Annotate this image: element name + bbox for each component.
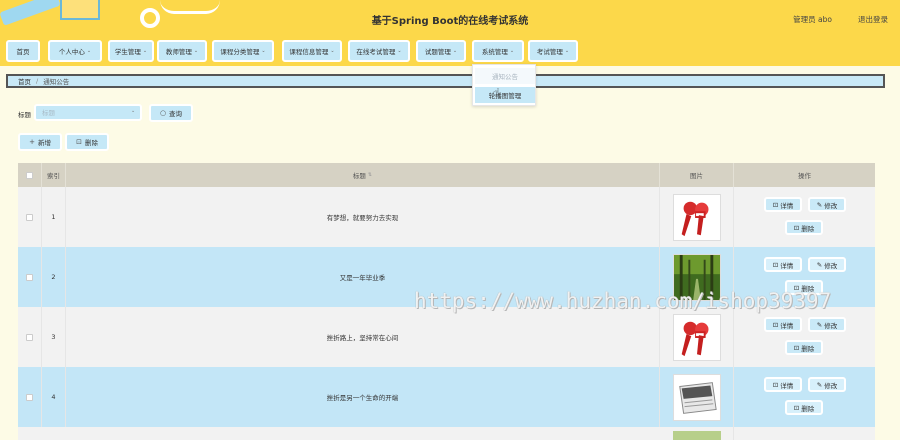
nav-item-home[interactable]: 首页 xyxy=(6,40,40,62)
trash-icon: ⊡ xyxy=(793,343,800,352)
nav-item-course-category[interactable]: 课程分类管理 ⌄ xyxy=(212,40,274,62)
detail-button[interactable]: ⊡ 详情 xyxy=(764,257,802,272)
row-checkbox[interactable] xyxy=(26,213,33,221)
main-nav: 首页 个人中心 ⌄ 学生管理 ⌄ 教师管理 ⌄ 课程分类管理 ⌄ 课程信息管理 ⌄ 在线考… xyxy=(0,38,900,66)
row-checkbox[interactable] xyxy=(26,393,33,401)
dropdown-item-notice[interactable]: 通知公告 xyxy=(475,68,535,84)
table-row xyxy=(18,427,875,440)
select-all-checkbox[interactable] xyxy=(26,171,33,179)
search-icon: ○ xyxy=(159,109,167,117)
trash-icon: ⊡ xyxy=(793,403,800,412)
nav-item-students[interactable]: 学生管理 ⌄ xyxy=(108,40,154,62)
trash-icon: ⊡ xyxy=(793,283,800,292)
delete-button[interactable]: ⊡ 删除 xyxy=(785,220,823,235)
header-image: 图片 xyxy=(660,163,734,187)
detail-icon: ⊡ xyxy=(772,320,779,329)
edit-icon: ✎ xyxy=(816,320,823,329)
edit-icon: ✎ xyxy=(816,260,823,269)
header-index: 索引 xyxy=(42,163,66,187)
header-title[interactable]: 标题 ⇅ xyxy=(66,163,660,187)
delete-button[interactable]: ⊡ 删除 xyxy=(785,280,823,295)
chevron-down-icon: ⌄ xyxy=(564,48,570,54)
batch-delete-button[interactable]: ⊡ 删除 xyxy=(65,133,109,151)
forest-image[interactable] xyxy=(672,253,721,301)
plus-icon: + xyxy=(29,138,35,146)
news-image[interactable] xyxy=(672,373,721,421)
nav-item-exam[interactable]: 考试管理 ⌄ xyxy=(528,40,578,62)
breadcrumb-current: 通知公告 xyxy=(43,78,70,86)
row-title: 挫折路上，坚持常在心间 xyxy=(66,307,660,367)
search-label: 标题 xyxy=(18,111,31,119)
delete-button[interactable]: ⊡ 删除 xyxy=(785,340,823,355)
chevron-down-icon: ⌄ xyxy=(452,48,458,54)
delete-button[interactable]: ⊡ 删除 xyxy=(785,400,823,415)
chevron-down-icon: ⌄ xyxy=(131,108,136,114)
microphone-image[interactable] xyxy=(672,313,721,361)
table-row: 2 又是一年毕业季 ⊡ 详情 ✎ 修改 ⊡ 删除 xyxy=(18,247,875,307)
row-title: 有梦想，就要努力去实现 xyxy=(66,187,660,247)
row-index: 1 xyxy=(42,187,66,247)
header-select-all[interactable] xyxy=(18,163,42,187)
row-image[interactable] xyxy=(672,431,721,440)
hand-cursor-icon: ☝ xyxy=(493,86,500,99)
nav-item-online-exam[interactable]: 在线考试管理 ⌄ xyxy=(348,40,410,62)
chevron-down-icon: ⌄ xyxy=(397,48,402,54)
chevron-down-icon: ⌄ xyxy=(330,48,335,54)
breadcrumb-home[interactable]: 首页 xyxy=(18,76,31,86)
app-header: 基于Spring Boot的在线考试系统 管理员 abo 退出登录 xyxy=(0,0,900,38)
detail-icon: ⊡ xyxy=(772,380,779,389)
chevron-down-icon: ⌄ xyxy=(142,48,148,54)
chevron-down-icon: ⌄ xyxy=(193,48,199,54)
breadcrumb: 首页 / 通知公告 xyxy=(6,74,885,88)
sort-icon: ⇅ xyxy=(367,172,373,178)
trash-icon: ⊡ xyxy=(793,223,800,232)
chevron-down-icon: ⌄ xyxy=(509,48,515,54)
detail-icon: ⊡ xyxy=(772,260,779,269)
detail-button[interactable]: ⊡ 详情 xyxy=(764,197,802,212)
edit-button[interactable]: ✎ 修改 xyxy=(808,317,846,332)
row-title: 挫折是另一个生命的开端 xyxy=(66,367,660,427)
table-row: 3 挫折路上，坚持常在心间 ⊡ 详情 ✎ 修改 ⊡ 删除 xyxy=(18,307,875,367)
nav-item-profile[interactable]: 个人中心 ⌄ xyxy=(48,40,102,62)
table-row: 1 有梦想，就要努力去实现 ⊡ 详情 ✎ 修改 ⊡ 删除 xyxy=(18,187,875,247)
search-button[interactable]: ○ 查询 xyxy=(149,104,193,122)
row-index: 2 xyxy=(42,247,66,307)
trash-icon: ⊡ xyxy=(76,138,82,146)
nav-item-course-info[interactable]: 课程信息管理 ⌄ xyxy=(282,40,342,62)
add-button[interactable]: + 新增 xyxy=(18,133,62,151)
system-dropdown-menu: 通知公告 轮播图管理 xyxy=(472,64,536,106)
dropdown-item-carousel[interactable]: 轮播图管理 xyxy=(475,87,535,103)
edit-button[interactable]: ✎ 修改 xyxy=(808,257,846,272)
edit-icon: ✎ xyxy=(816,200,823,209)
edit-button[interactable]: ✎ 修改 xyxy=(808,197,846,212)
search-input[interactable] xyxy=(34,104,142,121)
detail-button[interactable]: ⊡ 详情 xyxy=(764,377,802,392)
table-row: 4 挫折是另一个生命的开端 ⊡ 详情 ✎ 修改 ⊡ 删除 xyxy=(18,367,875,427)
nav-item-questions[interactable]: 试题管理 ⌄ xyxy=(416,40,466,62)
chevron-down-icon: ⌄ xyxy=(86,48,92,54)
chevron-down-icon: ⌄ xyxy=(261,48,266,54)
row-index: 4 xyxy=(42,367,66,427)
row-title: 又是一年毕业季 xyxy=(66,247,660,307)
microphone-image[interactable] xyxy=(672,193,721,241)
breadcrumb-separator: / xyxy=(36,77,39,85)
app-title: 基于Spring Boot的在线考试系统 xyxy=(371,16,529,27)
row-index: 3 xyxy=(42,307,66,367)
detail-button[interactable]: ⊡ 详情 xyxy=(764,317,802,332)
row-checkbox[interactable] xyxy=(26,333,33,341)
header-ops: 操作 xyxy=(798,172,811,180)
nav-item-teachers[interactable]: 教师管理 ⌄ xyxy=(157,40,207,62)
logout-link[interactable]: 退出登录 xyxy=(858,14,888,25)
nav-item-system[interactable]: 系统管理 ⌄ xyxy=(472,40,524,62)
table-header: 索引 标题 ⇅ 图片 操作 xyxy=(18,163,875,187)
row-checkbox[interactable] xyxy=(26,273,33,281)
current-user: 管理员 abo xyxy=(793,15,832,24)
edit-button[interactable]: ✎ 修改 xyxy=(808,377,846,392)
edit-icon: ✎ xyxy=(816,380,823,389)
detail-icon: ⊡ xyxy=(772,200,779,209)
